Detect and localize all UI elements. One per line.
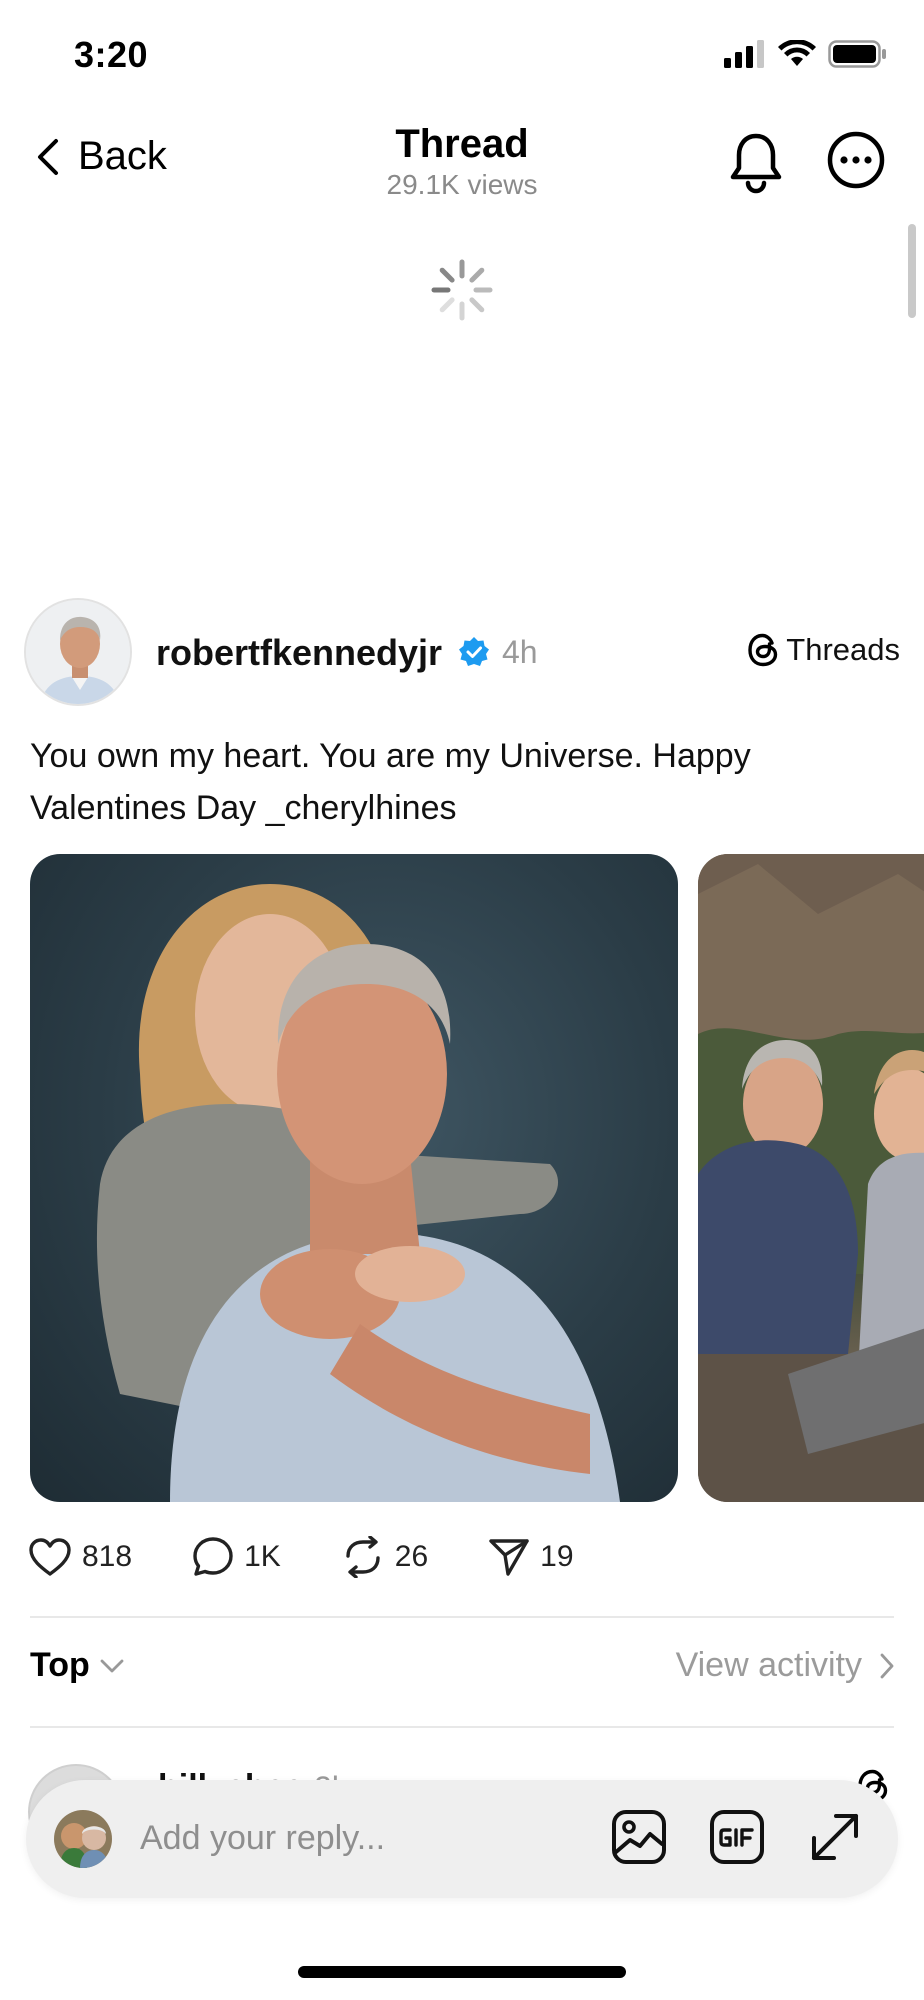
status-time: 3:20 <box>74 34 149 75</box>
reply-count: 1K <box>244 1540 281 1573</box>
outdoor-couple-photo <box>698 854 924 1502</box>
bell-icon <box>730 133 782 194</box>
sort-dropdown[interactable]: Top <box>30 1646 124 1685</box>
divider <box>30 1616 894 1618</box>
gif-icon <box>710 1810 764 1864</box>
threads-logo-icon <box>748 633 778 667</box>
loading-spinner-icon <box>431 259 493 321</box>
more-options-button[interactable] <box>826 130 886 195</box>
share-button[interactable]: 19 <box>488 1537 574 1577</box>
post-time: 4h <box>502 634 538 670</box>
battery-icon <box>828 40 886 68</box>
repost-button[interactable]: 26 <box>341 1536 428 1578</box>
post-photo-2[interactable] <box>698 854 924 1502</box>
sort-label: Top <box>30 1646 90 1684</box>
verified-badge-icon <box>459 637 489 666</box>
notifications-button[interactable] <box>726 130 786 199</box>
comment-bubble-icon <box>193 1537 233 1576</box>
attach-image-button[interactable] <box>610 1808 668 1871</box>
more-circle-icon <box>827 131 885 189</box>
status-bar: 3:20 <box>0 0 924 110</box>
cellular-signal-icon <box>724 40 764 68</box>
post-photo-1[interactable] <box>30 854 678 1502</box>
chevron-down-icon <box>100 1659 124 1672</box>
post-header: robertfkennedyjr 4h Threads <box>24 598 900 708</box>
repost-count: 26 <box>394 1540 429 1573</box>
reply-composer <box>26 1780 898 1898</box>
send-icon <box>489 1539 529 1576</box>
replies-sort-row: Top View activity <box>30 1646 894 1696</box>
post-body-text: You own my heart. You are my Universe. H… <box>30 737 751 827</box>
threads-source-badge[interactable]: Threads <box>746 632 900 668</box>
like-button[interactable]: 818 <box>28 1537 132 1577</box>
heart-icon <box>29 1538 71 1576</box>
nav-header: Back Thread 29.1K views <box>0 110 924 220</box>
share-count: 19 <box>540 1540 574 1573</box>
current-user-photo <box>54 1810 112 1868</box>
divider <box>30 1726 894 1728</box>
image-icon <box>612 1810 666 1864</box>
threads-label: Threads <box>786 632 900 667</box>
author-avatar[interactable] <box>24 598 132 706</box>
gif-button[interactable] <box>708 1808 766 1871</box>
repost-icon <box>346 1536 380 1578</box>
wifi-icon <box>778 40 816 66</box>
current-user-avatar <box>54 1810 112 1868</box>
expand-composer-button[interactable] <box>806 1808 864 1871</box>
home-indicator[interactable] <box>298 1966 626 1978</box>
chevron-right-icon <box>880 1653 894 1678</box>
post-actions: 818 1K 26 19 <box>28 1536 634 1578</box>
view-activity-label: View activity <box>675 1646 862 1684</box>
scrollbar[interactable] <box>908 224 916 318</box>
status-icons <box>724 40 888 68</box>
reply-input[interactable] <box>140 1808 590 1868</box>
like-count: 818 <box>82 1540 133 1573</box>
expand-icon <box>812 1814 858 1860</box>
view-activity-link[interactable]: View activity <box>676 1646 894 1685</box>
couple-portrait-photo <box>96 884 620 1502</box>
author-username[interactable]: robertfkennedyjr <box>156 632 442 674</box>
reply-button[interactable]: 1K <box>192 1536 281 1578</box>
image-carousel[interactable] <box>0 854 924 1504</box>
author-photo <box>26 600 130 704</box>
